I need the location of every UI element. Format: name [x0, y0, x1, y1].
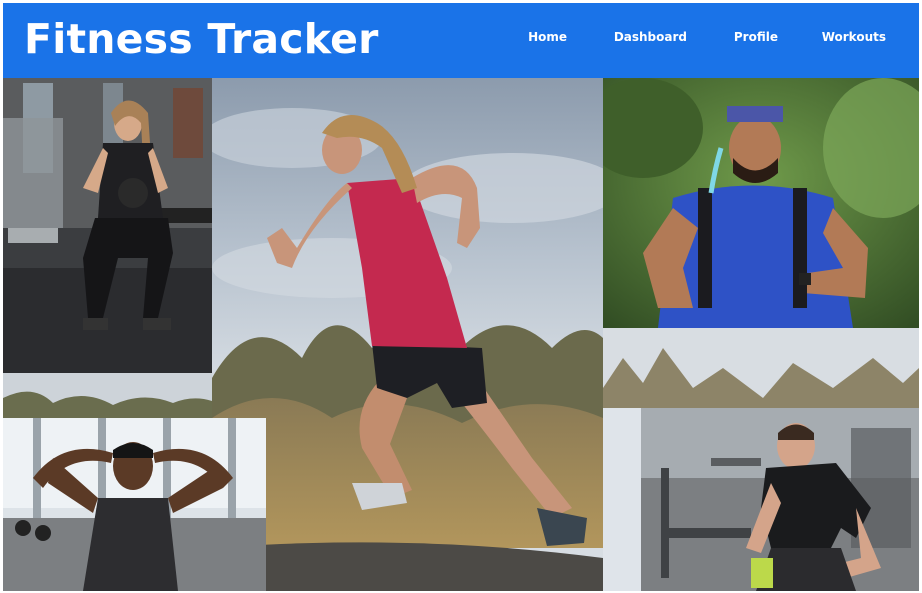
trail-backdrop-right	[603, 328, 919, 408]
situp-man-photo	[3, 418, 266, 591]
nav-link-home[interactable]: Home	[528, 30, 567, 44]
page-frame: Fitness Tracker Home Dashboard Profile W…	[3, 3, 919, 591]
nav-link-profile[interactable]: Profile	[734, 30, 778, 44]
nav-link-dashboard[interactable]: Dashboard	[614, 30, 687, 44]
trail-backdrop-left	[3, 373, 212, 418]
trail-runner-man-photo	[603, 78, 919, 328]
hero-runner-photo	[212, 78, 603, 591]
gym-man-photo	[641, 408, 919, 591]
nav-link-workouts[interactable]: Workouts	[822, 30, 886, 44]
site-header: Fitness Tracker Home Dashboard Profile W…	[3, 3, 919, 78]
kettlebell-woman-photo	[3, 78, 212, 373]
site-title[interactable]: Fitness Tracker	[24, 11, 379, 67]
